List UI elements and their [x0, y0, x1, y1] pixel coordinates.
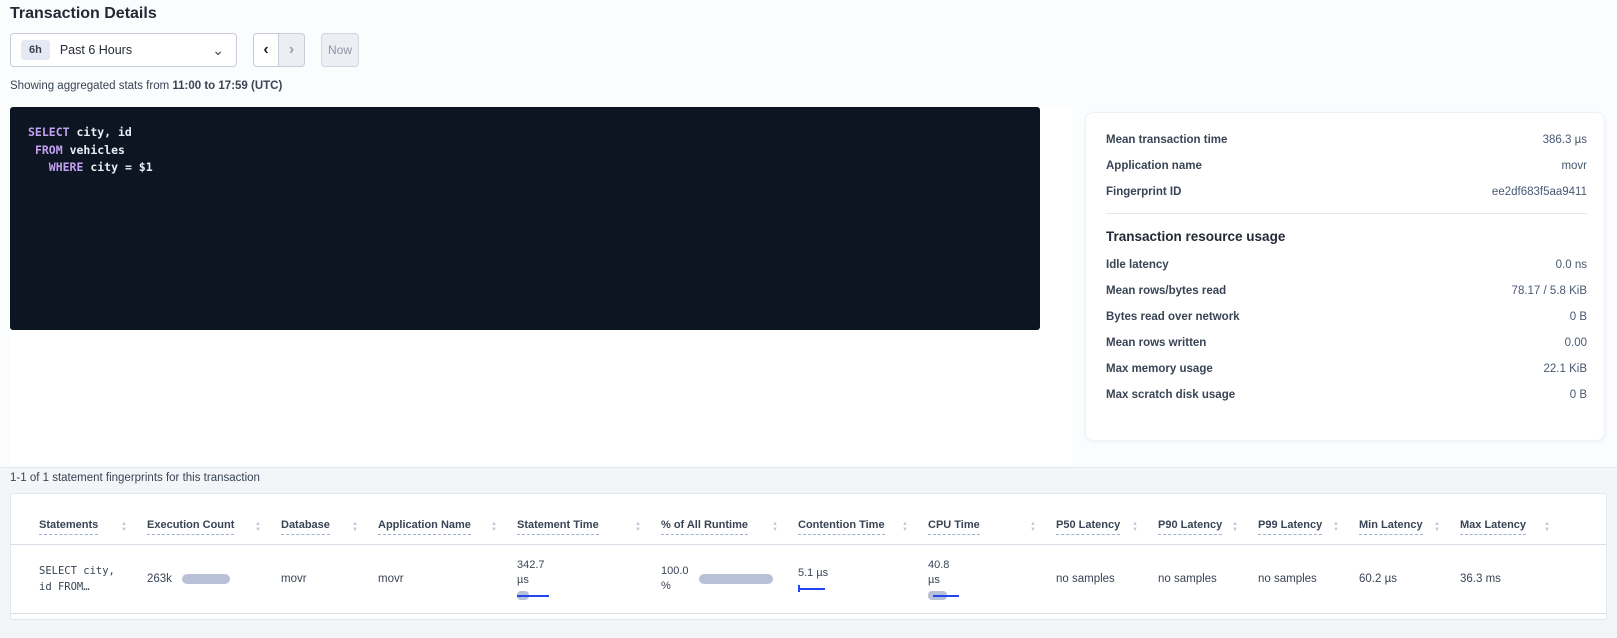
column-header-p50-latency[interactable]: P50 Latency ▲▼: [1056, 519, 1158, 544]
summary-row: Max memory usage 22.1 KiB: [1106, 356, 1587, 382]
column-header-p90-latency[interactable]: P90 Latency ▲▼: [1158, 519, 1258, 544]
statements-table: Statements ▲▼ Execution Count ▲▼ Databas…: [10, 493, 1607, 620]
caption-range: 11:00 to 17:59 (UTC): [172, 80, 282, 92]
summary-row: Bytes read over network 0 B: [1106, 304, 1587, 330]
chevron-right-icon: ›: [289, 41, 294, 59]
previous-range-button[interactable]: ‹: [253, 33, 279, 67]
p50-latency-cell: no samples: [1056, 573, 1158, 585]
column-header-application-name[interactable]: Application Name ▲▼: [378, 519, 517, 544]
column-header-cpu-time[interactable]: CPU Time ▲▼: [928, 519, 1056, 544]
statement-row[interactable]: SELECT city, id FROM… 263k movr movr 342…: [11, 545, 1606, 614]
sql-line: SELECT city, id: [28, 124, 1022, 142]
column-header-statements[interactable]: Statements ▲▼: [39, 519, 147, 544]
time-range-badge: 6h: [21, 40, 50, 60]
sql-fingerprint-box: SELECT city, id FROM vehicles WHERE city…: [10, 107, 1040, 330]
max-latency-cell: 36.3 ms: [1460, 573, 1570, 585]
column-header-database[interactable]: Database ▲▼: [281, 519, 378, 544]
divider: [1106, 213, 1587, 214]
time-picker-row: 6h Past 6 Hours ⌄ ‹ › Now: [10, 33, 359, 67]
sort-icon[interactable]: ▲▼: [772, 522, 778, 533]
runtime-pct-cell: 100.0 %: [661, 564, 798, 594]
execution-count-cell: 263k: [147, 573, 281, 585]
summary-row: Fingerprint ID ee2df683f5aa9411: [1106, 179, 1587, 205]
column-header-statement-time[interactable]: Statement Time ▲▼: [517, 519, 661, 544]
statement-time-cell: 342.7 µs: [517, 558, 661, 600]
sort-icon[interactable]: ▲▼: [902, 522, 908, 533]
sort-icon[interactable]: ▲▼: [255, 522, 261, 533]
sort-icon[interactable]: ▲▼: [121, 522, 127, 533]
summary-row: Mean transaction time 386.3 µs: [1106, 127, 1587, 153]
next-range-button[interactable]: ›: [279, 33, 305, 67]
caption-prefix: Showing aggregated stats from: [10, 80, 172, 92]
summary-row: Application name movr: [1106, 153, 1587, 179]
time-nav-group: ‹ ›: [253, 33, 305, 67]
chevron-down-icon: ⌄: [212, 45, 224, 55]
p90-latency-cell: no samples: [1158, 573, 1258, 585]
statement-time-bar-chart: [517, 591, 549, 600]
sql-line: FROM vehicles: [28, 142, 1022, 160]
column-header-min-latency[interactable]: Min Latency ▲▼: [1359, 519, 1460, 544]
time-range-select[interactable]: 6h Past 6 Hours ⌄: [10, 33, 237, 67]
sort-icon[interactable]: ▲▼: [1544, 522, 1550, 533]
execution-count-bar: [182, 574, 230, 584]
transaction-summary-card: Mean transaction time 386.3 µs Applicati…: [1085, 112, 1605, 441]
table-header-row: Statements ▲▼ Execution Count ▲▼ Databas…: [11, 494, 1606, 545]
statement-link[interactable]: SELECT city, id FROM…: [39, 563, 147, 595]
sort-icon[interactable]: ▲▼: [1232, 522, 1238, 533]
sort-icon[interactable]: ▲▼: [1030, 522, 1036, 533]
sort-icon[interactable]: ▲▼: [635, 522, 641, 533]
cpu-time-cell: 40.8 µs: [928, 558, 1056, 600]
sql-line: WHERE city = $1: [28, 159, 1022, 177]
contention-time-bar-chart: [798, 585, 825, 593]
column-header-contention-time[interactable]: Contention Time ▲▼: [798, 519, 928, 544]
sort-icon[interactable]: ▲▼: [1132, 522, 1138, 533]
now-button[interactable]: Now: [321, 33, 359, 67]
time-range-label: Past 6 Hours: [60, 43, 212, 57]
sort-icon[interactable]: ▲▼: [1434, 522, 1440, 533]
min-latency-cell: 60.2 µs: [1359, 573, 1460, 585]
sort-icon[interactable]: ▲▼: [352, 522, 358, 533]
contention-time-cell: 5.1 µs: [798, 566, 928, 593]
summary-row: Idle latency 0.0 ns: [1106, 252, 1587, 278]
column-header-execution-count[interactable]: Execution Count ▲▼: [147, 519, 281, 544]
sort-icon[interactable]: ▲▼: [491, 522, 497, 533]
statements-section: 1-1 of 1 statement fingerprints for this…: [0, 467, 1617, 638]
column-header-max-latency[interactable]: Max Latency ▲▼: [1460, 519, 1570, 544]
page-title: Transaction Details: [10, 5, 157, 23]
database-cell: movr: [281, 573, 378, 585]
cpu-time-bar-chart: [928, 591, 954, 600]
aggregated-stats-caption: Showing aggregated stats from 11:00 to 1…: [10, 80, 282, 92]
chevron-left-icon: ‹: [263, 41, 268, 59]
summary-row: Max scratch disk usage 0 B: [1106, 382, 1587, 408]
summary-row: Mean rows/bytes read 78.17 / 5.8 KiB: [1106, 278, 1587, 304]
summary-row: Mean rows written 0.00: [1106, 330, 1587, 356]
statements-table-caption: 1-1 of 1 statement fingerprints for this…: [10, 472, 260, 484]
column-header-p99-latency[interactable]: P99 Latency ▲▼: [1258, 519, 1359, 544]
resource-usage-section-title: Transaction resource usage: [1106, 220, 1587, 252]
column-header-runtime-pct[interactable]: % of All Runtime ▲▼: [661, 519, 798, 544]
p99-latency-cell: no samples: [1258, 573, 1359, 585]
application-name-cell: movr: [378, 573, 517, 585]
sort-icon[interactable]: ▲▼: [1333, 522, 1339, 533]
sql-panel: SELECT city, id FROM vehicles WHERE city…: [10, 107, 1072, 466]
runtime-pct-bar: [699, 574, 773, 584]
